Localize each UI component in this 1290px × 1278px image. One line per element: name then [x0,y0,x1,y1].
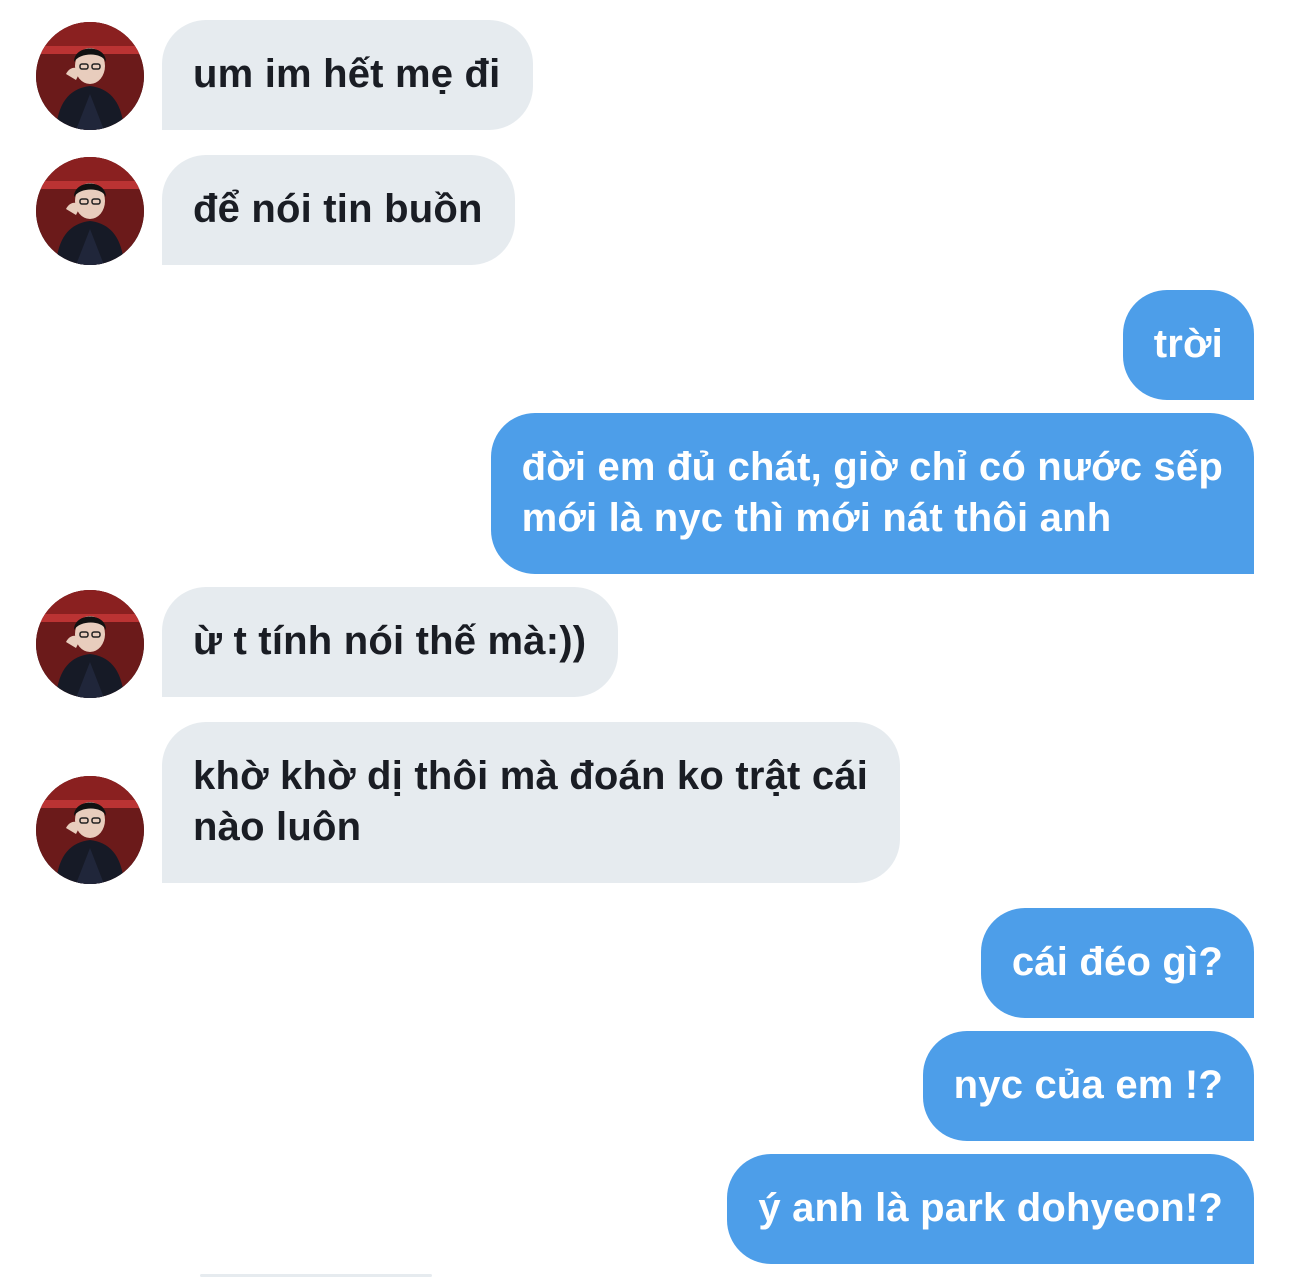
person-photo-icon [36,157,144,265]
contact-avatar[interactable] [36,776,144,884]
message-bubble-incoming[interactable]: um im hết mẹ đi [162,20,533,130]
message-bubble-incoming[interactable]: để nói tin buồn [162,155,515,265]
message-bubble-outgoing[interactable]: đời em đủ chát, giờ chỉ có nước sếp mới … [490,413,1254,574]
person-photo-icon [36,776,144,884]
conversation-thread: um im hết mẹ đi để nói tin buồn trời đời… [0,0,1290,1278]
message-bubble-outgoing[interactable]: nyc của em !? [922,1031,1254,1141]
person-photo-icon [36,22,144,130]
contact-avatar[interactable] [36,22,144,130]
next-message-edge [200,1274,432,1277]
message-bubble-incoming[interactable]: khờ khờ dị thôi mà đoán ko trật cái nào … [162,722,901,883]
contact-avatar[interactable] [36,590,144,698]
contact-avatar[interactable] [36,157,144,265]
message-bubble-incoming[interactable]: ừ t tính nói thế mà:)) [162,587,619,697]
person-photo-icon [36,590,144,698]
message-bubble-outgoing[interactable]: trời [1122,290,1254,400]
message-bubble-outgoing[interactable]: ý anh là park dohyeon!? [727,1154,1254,1264]
message-bubble-outgoing[interactable]: cái đéo gì? [980,908,1254,1018]
